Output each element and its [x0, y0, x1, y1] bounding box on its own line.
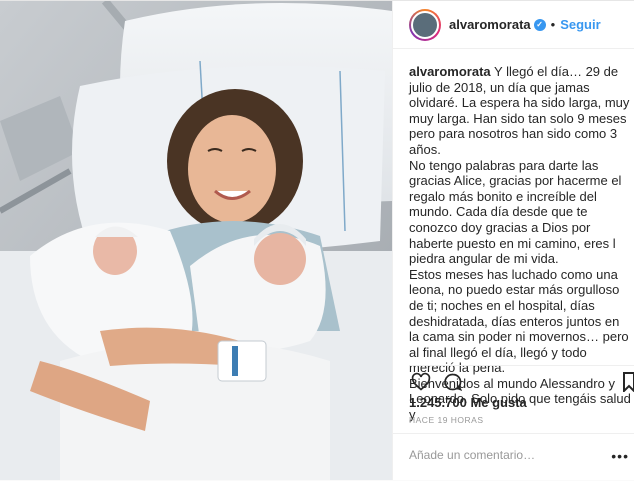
caption-paragraph: No tengo palabras para darte las gracias…: [409, 157, 622, 267]
likes-count[interactable]: 1.245.700 Me gusta: [409, 395, 527, 410]
post-timestamp[interactable]: HACE 19 HORAS: [409, 415, 484, 425]
heart-icon[interactable]: [411, 372, 431, 397]
avatar-image: [411, 10, 439, 39]
action-bar: [409, 365, 634, 394]
verified-badge-icon: ✓: [533, 18, 546, 31]
caption-username[interactable]: alvaromorata: [409, 64, 491, 79]
more-options-icon[interactable]: •••: [611, 448, 629, 464]
follow-button[interactable]: Seguir: [560, 17, 600, 32]
header-separator: •: [550, 17, 556, 32]
post-sidebar: alvaromorata ✓ • Seguir alvaromorata Y l…: [392, 1, 634, 480]
comment-bar: Añade un comentario… •••: [393, 433, 634, 481]
username-link[interactable]: alvaromorata: [449, 17, 531, 32]
caption-paragraph: Estos meses has luchado como una leona, …: [409, 266, 629, 376]
comment-input[interactable]: Añade un comentario…: [409, 448, 535, 462]
bookmark-icon[interactable]: [623, 372, 634, 397]
post-photo[interactable]: [0, 1, 392, 480]
avatar[interactable]: [409, 8, 441, 41]
instagram-post: alvaromorata ✓ • Seguir alvaromorata Y l…: [0, 0, 634, 480]
comment-icon[interactable]: [443, 372, 463, 397]
post-header: alvaromorata ✓ • Seguir: [393, 1, 634, 49]
hospital-photo-illustration: [0, 1, 392, 480]
